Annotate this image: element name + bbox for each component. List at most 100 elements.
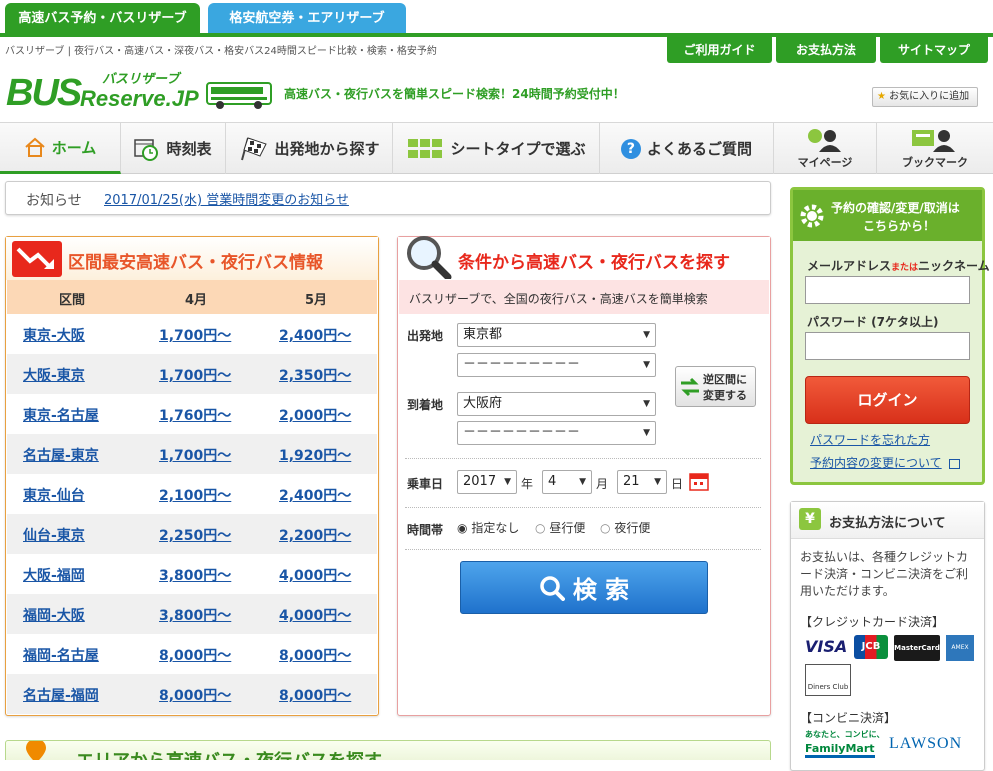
question-icon: ? [620, 138, 641, 159]
change-reservation-link[interactable]: 予約内容の変更について [810, 454, 961, 471]
fare-may-link[interactable]: 2,400円～ [279, 485, 351, 505]
fare-route-link[interactable]: 東京-大阪 [23, 325, 85, 345]
search-subtitle-bar: バスリザーブで、全国の夜行バス・高速バスを簡単検索 [399, 280, 769, 314]
site-logo[interactable]: バスリザーブ BUS Reserve.JP [6, 66, 274, 116]
fare-may-link[interactable]: 4,000円～ [279, 565, 351, 585]
external-window-icon [949, 458, 961, 469]
search-button-label: 検 索 [572, 576, 630, 604]
departure-city-select[interactable]: －－－－－－－－－ [457, 353, 656, 377]
fare-row: 大阪-福岡 3,800円～ 4,000円～ [7, 554, 377, 594]
fare-row: 仙台-東京 2,250円～ 2,200円～ [7, 514, 377, 554]
arrival-city-value: －－－－－－－－－ [463, 425, 581, 440]
fare-may-link[interactable]: 2,000円～ [279, 405, 351, 425]
fare-may-link[interactable]: 2,400円～ [279, 325, 351, 345]
radio-checked-icon: ◉ [457, 521, 468, 535]
tab-bus-reserve[interactable]: 高速バス予約・バスリザーブ [5, 3, 200, 34]
radio-icon: ○ [600, 521, 611, 535]
fare-april-link[interactable]: 8,000円～ [159, 645, 231, 665]
fare-route-link[interactable]: 大阪-福岡 [23, 565, 85, 585]
login-box: 予約の確認/変更/取消は こちらから！ メールアドレスまたはニックネーム パスワ… [790, 187, 990, 485]
fare-may-link[interactable]: 2,350円～ [279, 365, 351, 385]
fare-may-link[interactable]: 8,000円～ [279, 645, 351, 665]
time-option-day-label: 昼行便 [549, 521, 586, 535]
tab-air-reserve[interactable]: 格安航空券・エアリザーブ [208, 3, 406, 34]
gear-icon [800, 204, 824, 228]
yen-icon: ¥ [799, 508, 821, 530]
email-field[interactable] [805, 276, 970, 304]
email-label-1: メールアドレス [807, 259, 892, 273]
fare-may-link[interactable]: 1,920円～ [279, 445, 351, 465]
fare-april-link[interactable]: 3,800円～ [159, 565, 231, 585]
password-field[interactable] [805, 332, 970, 360]
payment-method-button[interactable]: お支払方法 [776, 37, 876, 63]
nav-home[interactable]: ホーム [0, 123, 121, 174]
magnifier-icon [407, 236, 452, 279]
fare-april-link[interactable]: 2,250円～ [159, 525, 231, 545]
nav-bookmark-label: ブックマーク [902, 155, 968, 169]
swap-route-button[interactable]: 逆区間に 変更する [675, 366, 756, 407]
nav-mypage[interactable]: マイページ [774, 123, 877, 174]
login-button[interactable]: ログイン [805, 376, 970, 424]
fare-route-link[interactable]: 東京-名古屋 [23, 405, 99, 425]
time-option-none[interactable]: ◉ 指定なし [457, 519, 519, 536]
notice-link[interactable]: 2017/01/25(水) 営業時間変更のお知らせ [104, 189, 349, 208]
search-button[interactable]: 検 索 [460, 561, 708, 614]
bookmark-user-icon [912, 129, 955, 152]
fare-april-link[interactable]: 1,700円～ [159, 325, 231, 345]
payment-text: お支払いは、各種クレジットカード決済・コンビニ決済をご利用いただけます。 [800, 550, 969, 598]
guide-button[interactable]: ご利用ガイド [667, 37, 772, 63]
area-title: エリアから高速バス・夜行バスを探す [76, 747, 382, 760]
fares-title: 区間最安高速バス・夜行バス情報 [68, 253, 323, 273]
fare-april-link[interactable]: 1,700円～ [159, 365, 231, 385]
fare-route-link[interactable]: 東京-仙台 [23, 485, 85, 505]
fare-route-link[interactable]: 仙台-東京 [23, 525, 85, 545]
familymart-logo: FamilyMart [805, 742, 875, 758]
departure-city-value: －－－－－－－－－ [463, 357, 581, 372]
fare-may-link[interactable]: 4,000円～ [279, 605, 351, 625]
swap-label-1: 逆区間に [703, 373, 747, 386]
arrival-city-select[interactable]: －－－－－－－－－ [457, 421, 656, 445]
fare-april-link[interactable]: 2,100円～ [159, 485, 231, 505]
fare-route-link[interactable]: 名古屋-福岡 [23, 685, 99, 705]
fare-row: 福岡-名古屋 8,000円～ 8,000円～ [7, 634, 377, 674]
nav-departure[interactable]: 出発地から探す [226, 123, 393, 174]
day-value: 21 [623, 474, 640, 489]
favorite-button[interactable]: ★ お気に入りに追加 [872, 87, 978, 107]
time-option-day[interactable]: ○ 昼行便 [535, 519, 585, 536]
fare-april-link[interactable]: 1,760円～ [159, 405, 231, 425]
nav-faq[interactable]: ? よくあるご質問 [600, 123, 774, 174]
fare-may-link[interactable]: 8,000円～ [279, 685, 351, 705]
fare-route-link[interactable]: 大阪-東京 [23, 365, 85, 385]
fare-april-link[interactable]: 1,700円～ [159, 445, 231, 465]
col-may-header: 5月 [305, 293, 328, 308]
month-select[interactable]: 4 [542, 470, 592, 494]
logo-reserve-text: Reserve.JP [80, 86, 199, 111]
fare-route-link[interactable]: 福岡-名古屋 [23, 645, 99, 665]
year-select[interactable]: 2017 [457, 470, 517, 494]
fare-april-link[interactable]: 3,800円～ [159, 605, 231, 625]
fare-route-link[interactable]: 福岡-大阪 [23, 605, 85, 625]
fare-april-link[interactable]: 8,000円～ [159, 685, 231, 705]
fare-may-link[interactable]: 2,200円～ [279, 525, 351, 545]
year-value: 2017 [463, 474, 497, 489]
year-unit: 年 [521, 477, 534, 491]
nav-timetable[interactable]: 時刻表 [121, 123, 226, 174]
fare-route-link[interactable]: 名古屋-東京 [23, 445, 99, 465]
login-header-line1: 予約の確認/変更/取消は [831, 201, 960, 215]
sitemap-button[interactable]: サイトマップ [880, 37, 988, 63]
nav-seat-type[interactable]: シートタイプで選ぶ [393, 123, 600, 174]
time-option-night[interactable]: ○ 夜行便 [600, 519, 650, 536]
arrival-prefecture-select[interactable]: 大阪府 [457, 392, 656, 416]
nav-bookmark[interactable]: ブックマーク [877, 123, 993, 174]
password-label: パスワード (7ケタ以上) [807, 315, 939, 329]
breadcrumb: バスリザーブ | 夜行バス・高速バス・深夜バス・格安バス24時間スピード比較・検… [5, 46, 437, 57]
day-select[interactable]: 21 [617, 470, 667, 494]
departure-label: 出発地 [407, 329, 444, 343]
forgot-password-link[interactable]: パスワードを忘れた方 [810, 431, 930, 448]
departure-prefecture-select[interactable]: 東京都 [457, 323, 656, 347]
login-header-line2: こちらから！ [863, 219, 936, 233]
nav-home-label: ホーム [51, 138, 97, 157]
calendar-icon[interactable] [689, 471, 709, 491]
fares-panel: 区間最安高速バス・夜行バス情報 区間 4月 5月 東京-大阪 1,700円～ 2,4… [5, 236, 379, 716]
date-label: 乗車日 [407, 477, 444, 491]
